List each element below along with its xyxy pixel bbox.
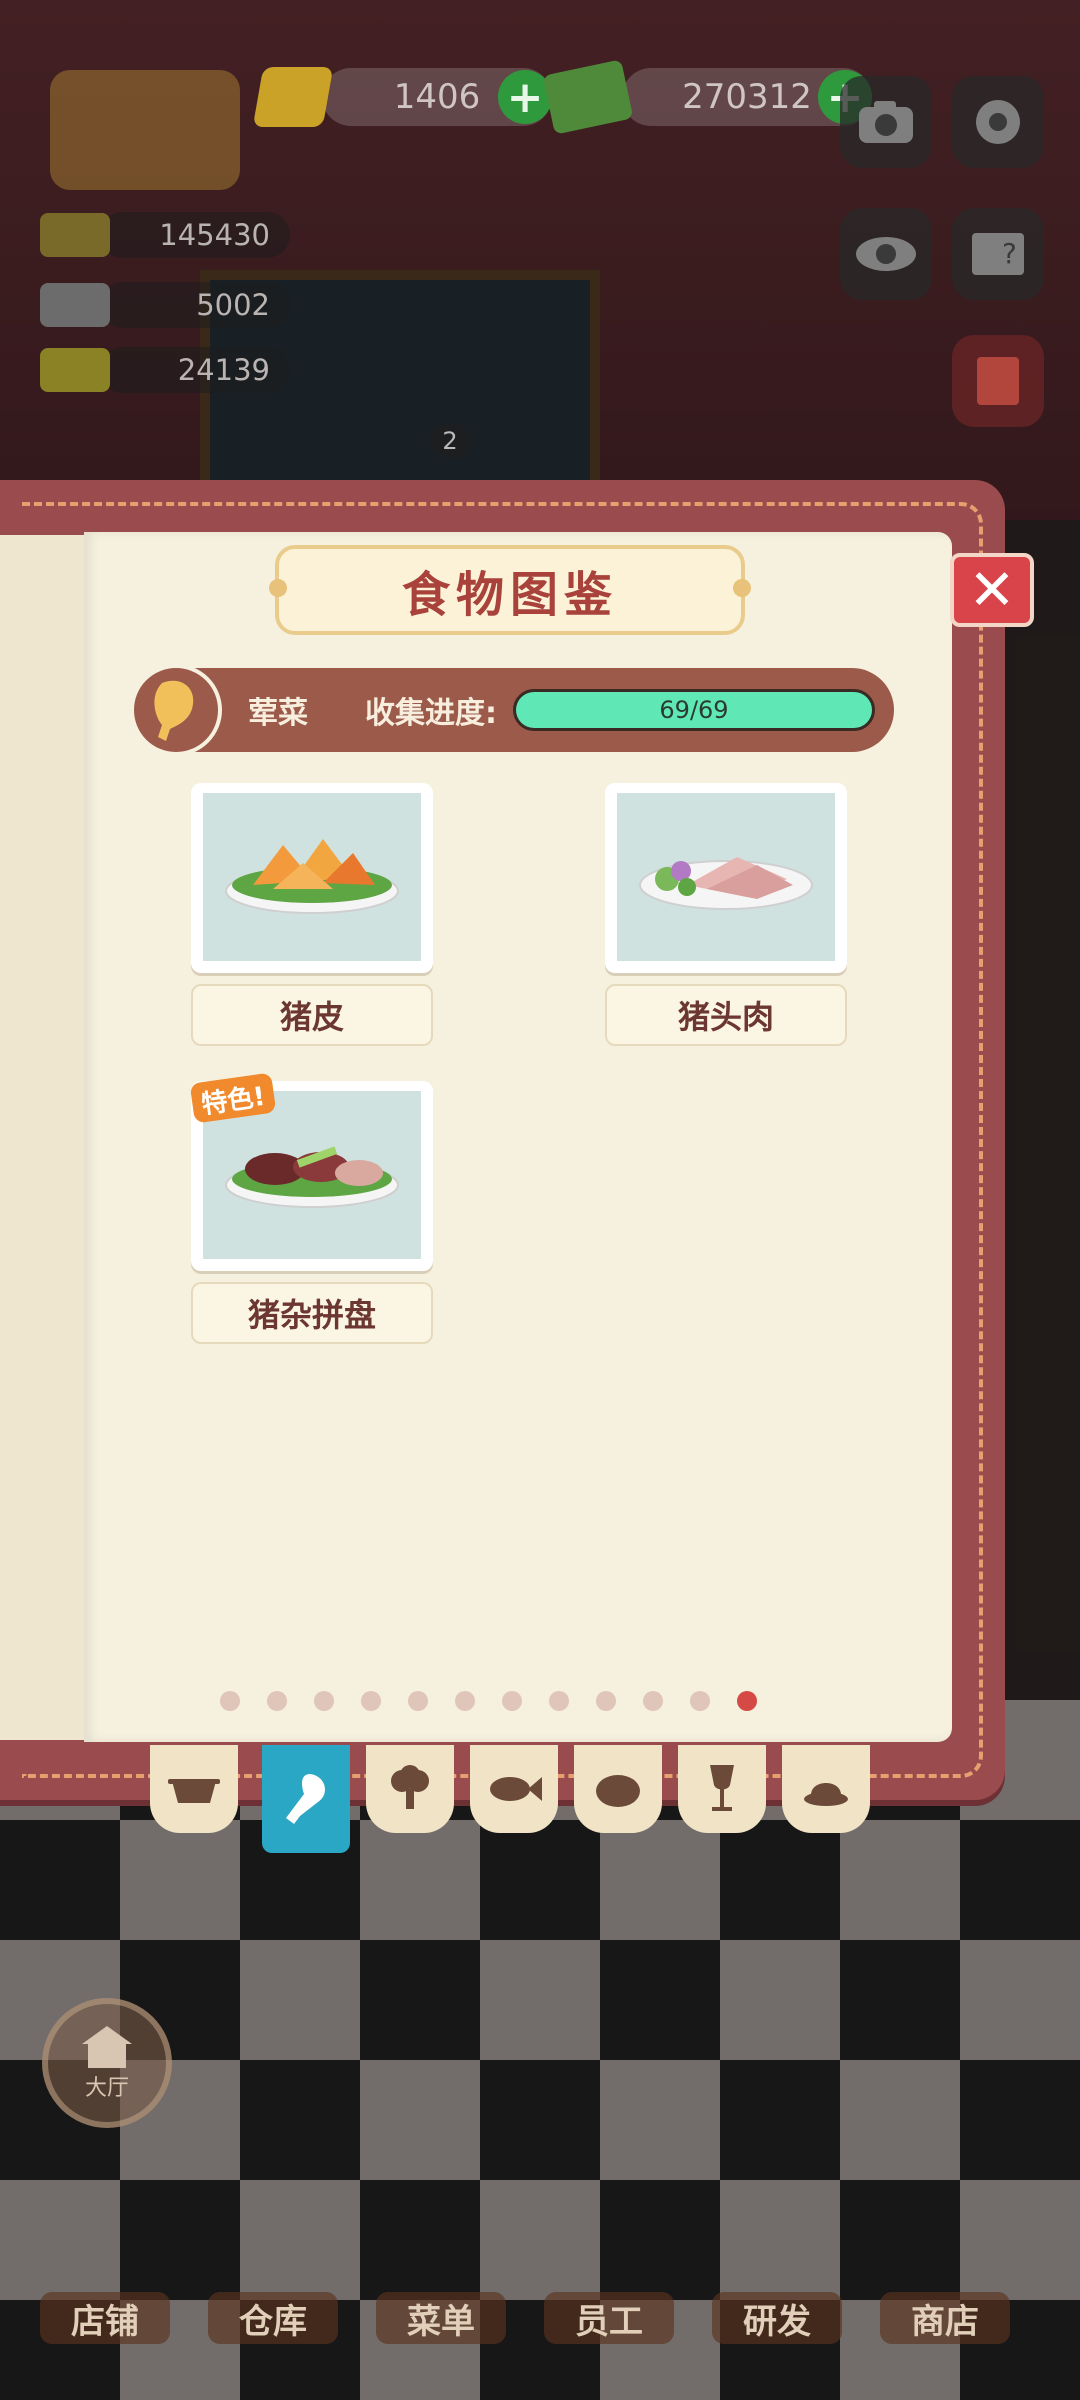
special-badge-text: 特色! [199, 1081, 268, 1120]
cash-icon [542, 59, 634, 135]
close-icon: ✕ [968, 557, 1016, 623]
tab-meat[interactable] [262, 1745, 350, 1853]
gear-icon [976, 100, 1020, 144]
page-dot[interactable] [596, 1691, 616, 1711]
drumstick-icon [154, 680, 194, 741]
nav-menu[interactable]: 菜单 [376, 2234, 506, 2344]
food-label: 猪皮 [191, 984, 433, 1046]
food-name: 猪杂拼盘 [247, 1296, 376, 1334]
hall-button[interactable]: 大厅 [42, 1998, 172, 2128]
food-card-pig-skin[interactable] [191, 783, 433, 973]
page-dot[interactable] [361, 1691, 381, 1711]
progress-total: /69 [689, 696, 729, 724]
pot-resource-icon [40, 213, 110, 257]
tab-drink[interactable] [678, 1745, 766, 1833]
wine-glass-icon [710, 1765, 734, 1811]
resource-3-value: 24139 [100, 347, 290, 393]
ticket-resource-icon [40, 348, 110, 392]
resource-2-value: 5002 [100, 282, 290, 328]
nav-label: 研发 [712, 2292, 842, 2344]
tab-bread[interactable] [574, 1745, 662, 1833]
nav-research[interactable]: 研发 [712, 2234, 842, 2344]
order-count-badge: 2 [430, 424, 470, 458]
book-title: 食物图鉴 [401, 567, 618, 623]
nav-label: 员工 [544, 2292, 674, 2344]
recipe-book-icon [977, 357, 1019, 405]
nav-warehouse[interactable]: 仓库 [208, 2234, 338, 2344]
cash-counter: 270312 + [542, 59, 872, 135]
nav-store[interactable]: 商店 [880, 2234, 1010, 2344]
chef-rank-badge[interactable] [50, 70, 240, 190]
tab-pot[interactable] [150, 1745, 238, 1833]
page-dot[interactable] [408, 1691, 428, 1711]
pot-icon [168, 1779, 220, 1803]
pig-head-meat-dish-image [639, 857, 813, 910]
nav-label: 店铺 [40, 2292, 170, 2344]
camera-icon [859, 101, 913, 143]
broccoli-icon [391, 1765, 429, 1809]
food-image-frame [617, 793, 835, 961]
book-question-icon: ? [972, 233, 1024, 275]
progress-label: 收集进度: [365, 696, 497, 731]
view-toggle-button[interactable] [840, 208, 932, 300]
page-dot[interactable] [314, 1691, 334, 1711]
page-dot[interactable] [690, 1691, 710, 1711]
tab-dessert[interactable] [782, 1745, 870, 1833]
food-name: 猪皮 [279, 998, 344, 1036]
tab-vegetable[interactable] [366, 1745, 454, 1833]
help-book-button[interactable]: ? [952, 208, 1044, 300]
resource-1-value: 145430 [100, 212, 290, 258]
svg-text:?: ? [1002, 237, 1017, 270]
drumstick-icon [286, 1774, 325, 1824]
nav-staff[interactable]: 员工 [544, 2234, 674, 2344]
page-dot[interactable] [737, 1691, 757, 1711]
gem-counter: 1406 + [252, 62, 552, 132]
title-ornament-right [733, 579, 751, 597]
camera-button[interactable] [840, 76, 932, 168]
category-name: 荤菜 [248, 696, 308, 731]
food-card-pig-head-meat[interactable] [605, 783, 847, 973]
page-indicator [220, 1691, 757, 1711]
bottom-navigation: 店铺 仓库 菜单 员工 研发 商店 [40, 2234, 1040, 2344]
book-title-plaque: 食物图鉴 [269, 545, 751, 635]
house-icon [82, 2026, 132, 2068]
category-icon [130, 664, 222, 756]
fish-icon [490, 1777, 542, 1801]
food-image-frame [203, 793, 421, 961]
resource-row-2: 5002 [40, 280, 290, 330]
book-left-page [0, 535, 89, 1740]
tab-fish[interactable] [470, 1745, 558, 1833]
nav-label: 菜单 [376, 2292, 506, 2344]
food-name: 猪头肉 [677, 998, 774, 1036]
page-dot[interactable] [502, 1691, 522, 1711]
page-dot[interactable] [267, 1691, 287, 1711]
food-label: 猪杂拼盘 [191, 1282, 433, 1344]
page-dot[interactable] [455, 1691, 475, 1711]
recipe-book-button[interactable] [952, 335, 1044, 427]
progress-text: 69/69 [516, 692, 872, 728]
page-dot[interactable] [643, 1691, 663, 1711]
page-dot[interactable] [549, 1691, 569, 1711]
page-dot[interactable] [220, 1691, 240, 1711]
gem-icon [252, 67, 334, 127]
dish-resource-icon [40, 283, 110, 327]
dessert-icon [804, 1783, 848, 1806]
collection-progress-bar: 69/69 [513, 689, 875, 731]
nav-label: 商店 [880, 2292, 1010, 2344]
resource-row-1: 145430 [40, 210, 290, 260]
pig-skin-dish-image [225, 839, 399, 914]
order-count: 2 [442, 427, 458, 455]
hall-label: 大厅 [84, 2076, 129, 2101]
bread-icon [596, 1775, 640, 1807]
nav-shop-front[interactable]: 店铺 [40, 2234, 170, 2344]
title-ornament-left [269, 579, 287, 597]
food-label: 猪头肉 [605, 984, 847, 1046]
nav-label: 仓库 [208, 2292, 338, 2344]
category-tabs [150, 1745, 880, 1853]
eye-icon [856, 237, 916, 271]
resource-row-3: 24139 [40, 345, 290, 395]
close-button[interactable]: ✕ [950, 553, 1034, 627]
progress-current: 69 [659, 696, 690, 724]
settings-button[interactable] [952, 76, 1044, 168]
